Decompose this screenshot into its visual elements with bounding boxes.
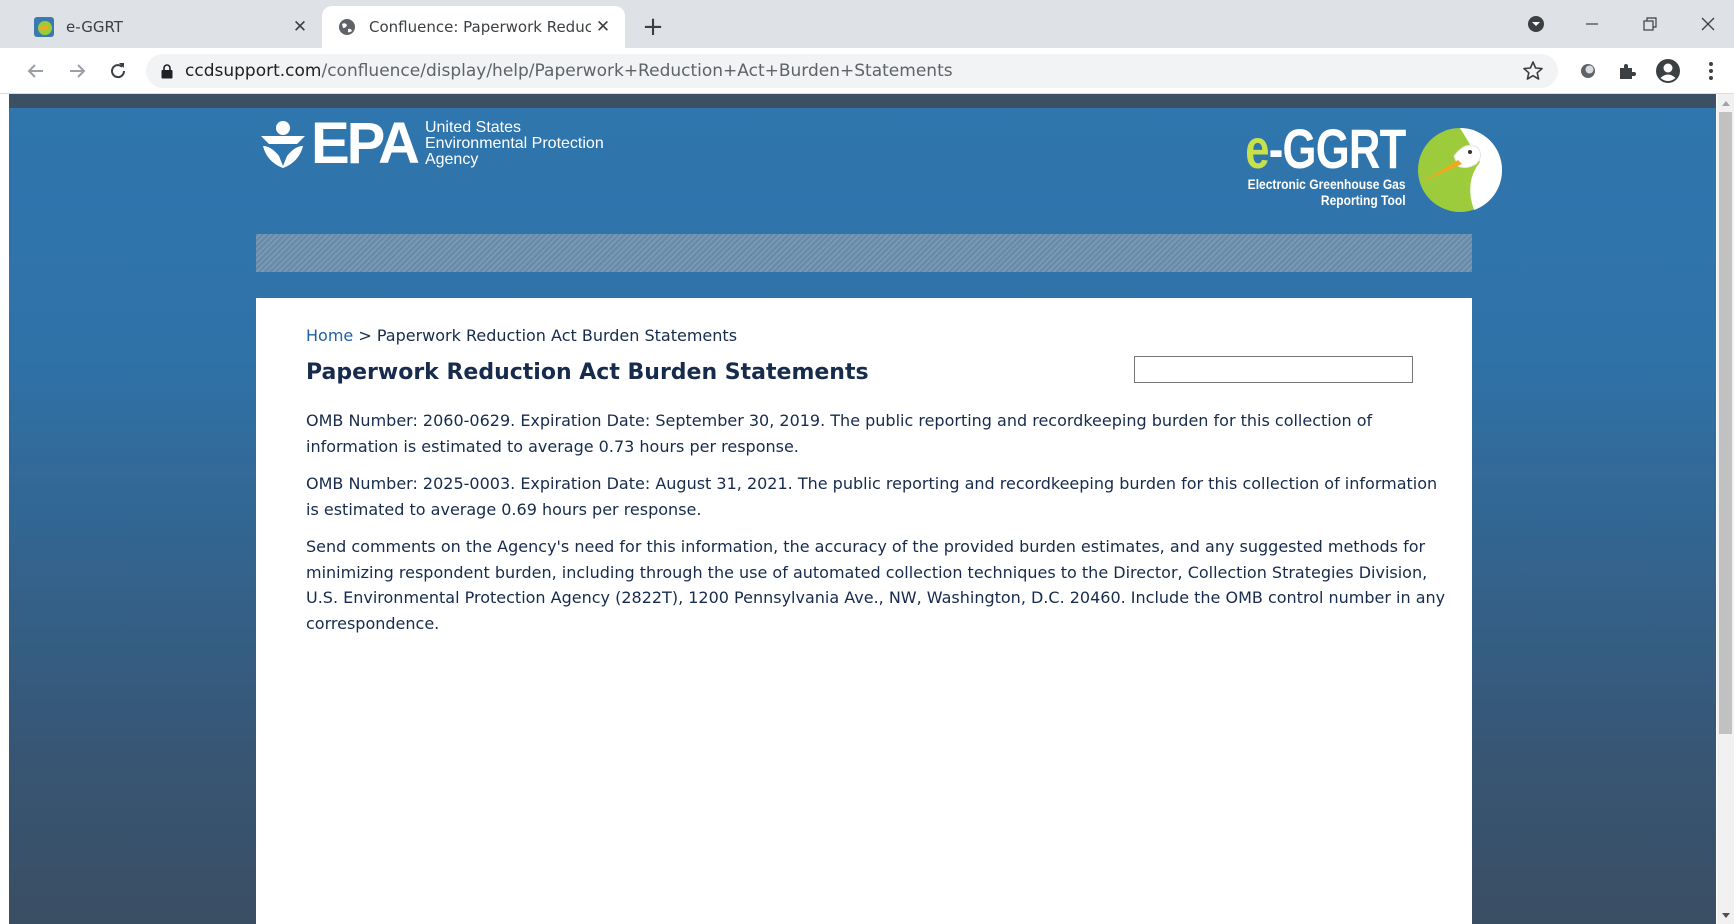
tab-close-icon[interactable]: ✕ xyxy=(591,15,615,39)
epa-wordmark: EPA xyxy=(311,111,420,176)
tab-strip: e-GGRT ✕ Confluence: Paperwork Reduction… xyxy=(0,0,1734,48)
eggrt-tagline-2: Reporting Tool xyxy=(1321,192,1406,208)
tab-eggrt[interactable]: e-GGRT ✕ xyxy=(22,6,322,48)
address-bar[interactable]: ccdsupport.com/confluence/display/help/P… xyxy=(146,54,1558,88)
eggrt-name: e-GGRT xyxy=(1246,121,1407,177)
vertical-scrollbar[interactable] xyxy=(1717,94,1734,924)
profile-icon[interactable] xyxy=(1655,58,1681,84)
globe-icon xyxy=(339,19,355,35)
minimize-icon[interactable] xyxy=(1570,6,1614,42)
back-icon[interactable] xyxy=(21,56,51,86)
url-path: /confluence/display/help/Paperwork+Reduc… xyxy=(321,61,953,81)
body-text: OMB Number: 2060-0629. Expiration Date: … xyxy=(306,408,1446,648)
eggrt-name-prefix: e xyxy=(1245,117,1270,180)
eggrt-text: e-GGRT Electronic Greenhouse Gas Reporti… xyxy=(1200,121,1407,209)
tab-confluence[interactable]: Confluence: Paperwork Reduction Act Burd… xyxy=(322,6,625,48)
eggrt-logo[interactable]: e-GGRT Electronic Greenhouse Gas Reporti… xyxy=(1200,121,1506,214)
close-icon[interactable] xyxy=(1686,6,1730,42)
lock-icon[interactable] xyxy=(161,63,173,79)
reload-icon[interactable] xyxy=(103,56,133,86)
epa-flower-icon xyxy=(261,121,305,168)
forward-icon[interactable] xyxy=(62,56,92,86)
scrollbar-thumb[interactable] xyxy=(1719,112,1732,734)
breadcrumb-separator: > xyxy=(358,326,372,345)
egret-globe-icon xyxy=(1418,128,1503,212)
epa-logo[interactable]: EPA United States Environmental Protecti… xyxy=(259,111,604,176)
tab-search-icon[interactable] xyxy=(1520,6,1552,42)
eggrt-name-rest: -GGRT xyxy=(1269,117,1407,180)
omb-statement-1: OMB Number: 2060-0629. Expiration Date: … xyxy=(306,411,1373,456)
main-content: Home > Paperwork Reduction Act Burden St… xyxy=(256,298,1472,924)
star-icon[interactable] xyxy=(1522,60,1544,87)
tab-title: Confluence: Paperwork Reduction Act Burd… xyxy=(369,18,591,36)
url-host: ccdsupport.com xyxy=(185,61,322,81)
page-title: Paperwork Reduction Act Burden Statement… xyxy=(306,360,869,385)
breadcrumb-current: Paperwork Reduction Act Burden Statement… xyxy=(376,326,738,345)
omb-statement-2: OMB Number: 2025-0003. Expiration Date: … xyxy=(306,474,1438,519)
top-stripe xyxy=(9,94,1716,108)
menu-icon[interactable] xyxy=(1698,58,1724,84)
restore-icon[interactable] xyxy=(1628,6,1672,42)
extension-icon[interactable] xyxy=(1575,58,1601,84)
search-input[interactable] xyxy=(1134,356,1413,383)
tab-title: e-GGRT xyxy=(66,18,123,36)
epa-line-1: United States xyxy=(424,119,522,136)
breadcrumb-home-link[interactable]: Home xyxy=(306,326,353,345)
browser-toolbar: ccdsupport.com/confluence/display/help/P… xyxy=(0,48,1734,94)
page-viewport: EPA United States Environmental Protecti… xyxy=(9,94,1716,924)
scroll-down-icon[interactable] xyxy=(1717,907,1734,924)
eggrt-favicon-icon xyxy=(34,17,54,37)
new-tab-icon[interactable]: + xyxy=(637,13,669,41)
epa-agency-name: United States Environmental Protection A… xyxy=(425,120,604,168)
breadcrumb: Home > Paperwork Reduction Act Burden St… xyxy=(306,326,737,345)
epa-line-3: Agency xyxy=(424,151,479,168)
epa-line-2: Environmental Protection xyxy=(424,135,604,152)
scroll-up-icon[interactable] xyxy=(1717,94,1734,111)
puzzle-icon[interactable] xyxy=(1614,58,1640,84)
hatched-nav-bar xyxy=(256,234,1472,272)
eggrt-tagline-1: Electronic Greenhouse Gas xyxy=(1248,176,1406,192)
tab-close-icon[interactable]: ✕ xyxy=(288,15,312,39)
comments-statement: Send comments on the Agency's need for t… xyxy=(306,537,1446,633)
